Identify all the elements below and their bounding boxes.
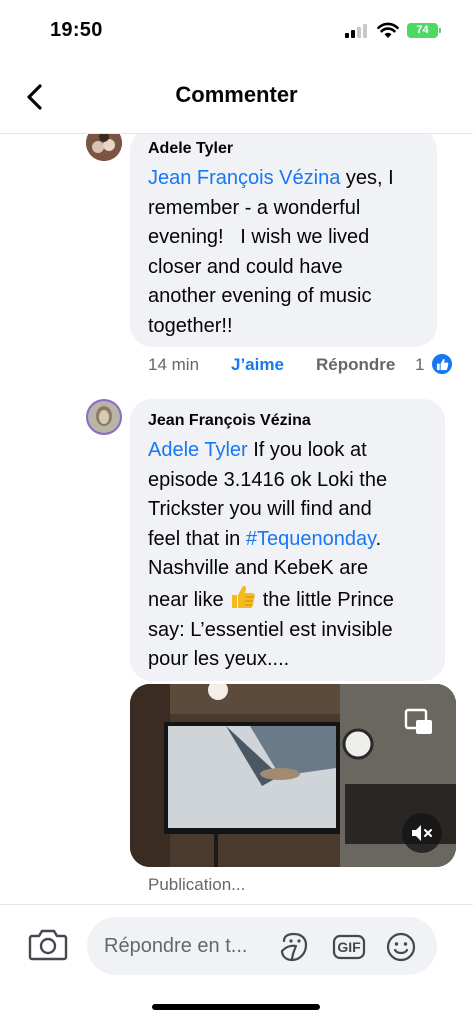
comment-time: 14 min xyxy=(148,355,200,374)
video-attachment[interactable] xyxy=(130,684,456,867)
comment-text: near like xyxy=(148,588,230,611)
status-bar: 19:50 74 xyxy=(0,0,473,60)
battery-icon: 74 xyxy=(407,23,438,38)
reply-button[interactable]: Répondre xyxy=(316,355,395,375)
gif-button[interactable]: GIF xyxy=(332,931,366,963)
nav-header: Commenter xyxy=(0,60,473,134)
comment-line: Jean François Vézina yes, I xyxy=(148,164,423,194)
reaction-count[interactable]: 1 xyxy=(415,355,424,375)
comment-bubble[interactable]: Adele Tyler Jean François Vézina yes, I … xyxy=(130,128,437,347)
thumbs-up-emoji-icon xyxy=(232,585,255,608)
status-time: 19:50 xyxy=(50,19,103,41)
avatar[interactable] xyxy=(86,399,122,435)
reply-field[interactable]: GIF xyxy=(87,917,437,975)
mention-link[interactable]: Adele Tyler xyxy=(148,439,248,461)
camera-icon xyxy=(28,929,68,961)
comment-line: pour les yeux.... xyxy=(148,648,290,671)
comment-text: feel that in xyxy=(148,527,246,550)
battery-level: 74 xyxy=(416,24,429,36)
comment-text: . xyxy=(375,527,382,550)
cellular-signal-icon xyxy=(345,24,371,38)
battery-cap xyxy=(439,28,441,33)
mention-link[interactable]: Jean François Vézina xyxy=(148,167,340,189)
sticker-icon xyxy=(280,932,308,962)
comment-line: closer and could have xyxy=(148,255,343,278)
home-indicator xyxy=(152,1004,320,1010)
emoji-button[interactable] xyxy=(385,931,417,963)
sticker-button[interactable] xyxy=(278,931,310,963)
hashtag-link[interactable]: #Tequenonday xyxy=(246,528,376,550)
comment-text: yes, I xyxy=(340,167,394,189)
speaker-muted-icon xyxy=(412,825,432,841)
comment-bubble[interactable]: Jean François Vézina Adele Tyler If you … xyxy=(130,399,445,681)
comment-line: episode 3.1416 ok Loki the xyxy=(148,468,388,491)
mute-button[interactable] xyxy=(402,813,442,853)
thumbs-up-icon xyxy=(436,358,448,370)
comment-line: Adele Tyler If you look at xyxy=(148,436,431,466)
comment-line: Trickster you will find and xyxy=(148,498,372,521)
comment-text: If you look at xyxy=(247,439,367,461)
wifi-icon xyxy=(377,22,399,38)
comment-line: another evening of music xyxy=(148,285,372,308)
comment-line: say: L’essentiel est invisible xyxy=(148,618,393,641)
comment-line: together!! xyxy=(148,314,233,337)
smiley-icon xyxy=(386,932,416,962)
comment-line: evening! I wish we lived xyxy=(148,226,370,249)
publishing-status: Publication... xyxy=(148,875,246,894)
like-button[interactable]: J’aime xyxy=(231,355,284,375)
avatar-photo xyxy=(88,401,120,433)
comment-line: feel that in #Tequenonday. xyxy=(148,525,431,555)
comment-author[interactable]: Adele Tyler xyxy=(148,139,423,159)
picture-in-picture-icon xyxy=(404,708,432,734)
comment-line: near like 👍 the little Prince xyxy=(148,584,431,616)
comment-author[interactable]: Jean François Vézina xyxy=(148,411,431,431)
page-title: Commenter xyxy=(175,82,298,107)
camera-button[interactable] xyxy=(28,927,68,961)
reply-input[interactable] xyxy=(104,917,274,975)
reaction-badge[interactable] xyxy=(430,352,454,376)
comment-line: remember - a wonderful xyxy=(148,196,361,219)
comment-text: the little Prince xyxy=(257,588,394,611)
pip-button[interactable] xyxy=(404,708,434,736)
gif-label: GIF xyxy=(337,939,361,955)
comment-actions: 14 min J’aime Répondre 1 xyxy=(0,352,473,379)
comment-line: Nashville and KebeK are xyxy=(148,557,369,580)
